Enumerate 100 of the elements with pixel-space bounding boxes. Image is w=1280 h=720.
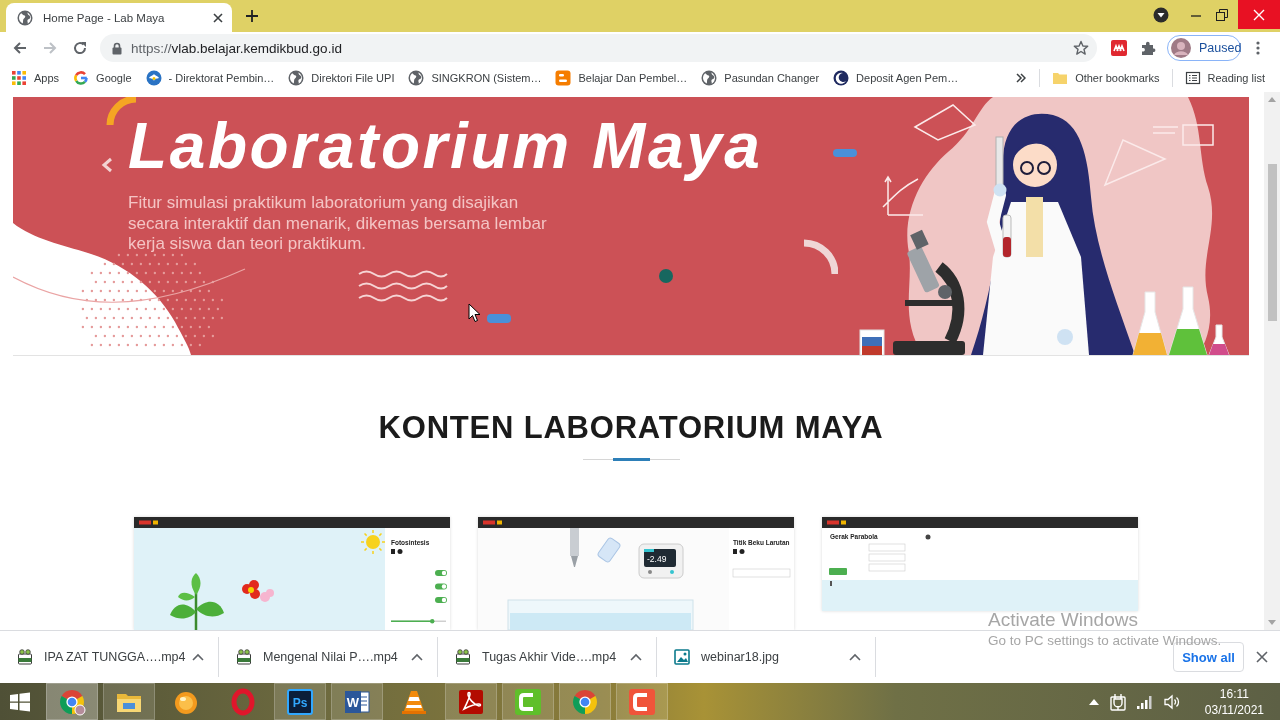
caret-up-icon[interactable] xyxy=(411,653,423,661)
blog-icon xyxy=(555,70,572,86)
info-icon[interactable] xyxy=(925,534,931,540)
globe-icon xyxy=(701,70,718,86)
slider-thumb[interactable] xyxy=(430,619,435,624)
double-chevron-icon[interactable] xyxy=(1016,73,1027,83)
input-field[interactable] xyxy=(868,563,906,572)
accent-underline xyxy=(612,458,650,461)
download-item[interactable]: Tugas Akhir Vide….mp4 xyxy=(438,637,630,677)
bookmark-item[interactable]: Direktori File UPI xyxy=(281,66,402,90)
clock-time[interactable]: 16:11 xyxy=(1219,685,1249,702)
bookmark-item[interactable]: Belajar Dan Pembel… xyxy=(548,66,695,90)
caret-up-icon[interactable] xyxy=(630,653,642,661)
signal-icon[interactable] xyxy=(1136,694,1153,709)
dot-drawing xyxy=(659,269,673,283)
taskbar-button[interactable]: Ps xyxy=(274,683,326,720)
video-file-icon xyxy=(17,649,33,665)
info-icon[interactable] xyxy=(739,549,745,554)
reading-list-icon xyxy=(1184,70,1201,86)
photoshop-tile: Ps xyxy=(286,687,314,716)
google-icon xyxy=(73,70,90,86)
taskbar-button[interactable]: W xyxy=(331,683,383,720)
windows-icon xyxy=(10,691,30,712)
close-icon[interactable] xyxy=(1256,651,1268,663)
download-item[interactable]: Mengenal Nilai P….mp4 xyxy=(219,637,411,677)
bookmark-item[interactable]: Deposit Agen Pem… xyxy=(826,66,966,90)
arc-drawing xyxy=(802,238,838,274)
input-field[interactable] xyxy=(868,553,906,562)
restore-icon[interactable] xyxy=(1215,7,1229,22)
bookmark-item[interactable]: Apps xyxy=(4,66,67,90)
star-icon[interactable] xyxy=(1073,40,1089,56)
browser-tab[interactable]: Home Page - Lab Maya xyxy=(6,3,232,32)
menu-icon[interactable] xyxy=(1256,40,1260,56)
power-plug-icon[interactable] xyxy=(1109,692,1126,711)
caret-up-icon[interactable] xyxy=(192,653,204,661)
toggle-switch[interactable] xyxy=(435,583,447,590)
bracket-tile-icon xyxy=(514,687,542,716)
scrollbar-thumb[interactable] xyxy=(1267,164,1277,321)
caret-up-icon[interactable] xyxy=(849,653,861,661)
dash-drawing xyxy=(487,314,511,323)
logo-icon xyxy=(827,520,846,525)
dropdown-icon[interactable] xyxy=(1153,6,1169,23)
profile-button[interactable]: Paused xyxy=(1167,35,1241,61)
bookmark-item[interactable]: Google xyxy=(66,66,139,90)
close-icon[interactable] xyxy=(213,12,223,23)
temperature-reading: -2.49 xyxy=(647,554,667,564)
word-tile: W xyxy=(343,687,371,716)
bookmark-item[interactable]: SINGKRON (Sistem… xyxy=(401,66,549,90)
flower-drawing xyxy=(242,580,274,602)
crescent-icon xyxy=(833,70,850,86)
puzzle-icon[interactable] xyxy=(1140,40,1156,56)
sun-icon xyxy=(360,529,386,555)
toggle-switch[interactable] xyxy=(435,570,447,576)
reading-list[interactable]: Reading list xyxy=(1177,66,1272,90)
other-bookmarks[interactable]: Other bookmarks xyxy=(1045,66,1167,90)
back-arrow-icon[interactable] xyxy=(12,40,28,56)
taskbar-button[interactable] xyxy=(445,683,497,720)
taskbar-button[interactable] xyxy=(559,683,611,720)
dropdown-field[interactable] xyxy=(732,568,791,578)
avatar-icon xyxy=(1171,38,1191,58)
logo-icon xyxy=(139,520,158,525)
plant-drawing xyxy=(170,573,224,630)
marker-icon xyxy=(830,581,832,586)
taskbar-button[interactable] xyxy=(616,683,668,720)
ring-logo-icon xyxy=(229,687,257,716)
info-icon[interactable] xyxy=(397,549,403,554)
globe-icon xyxy=(17,9,33,26)
clock-date[interactable]: 03/11/2021 xyxy=(1204,701,1264,718)
new-tab-icon[interactable] xyxy=(246,10,258,22)
folder-icon xyxy=(1052,70,1069,86)
cursor-icon xyxy=(468,303,481,323)
input-field[interactable] xyxy=(868,543,906,552)
globe-icon xyxy=(288,70,305,86)
section-heading: KONTEN LABORATORIUM MAYA xyxy=(378,410,884,446)
dash-drawing xyxy=(833,149,857,157)
speaker-icon[interactable] xyxy=(1163,693,1180,710)
video-file-icon xyxy=(455,649,471,665)
chrome-icon xyxy=(58,687,86,716)
close-icon xyxy=(1253,8,1265,21)
download-item[interactable]: IPA ZAT TUNGGA….mp4 xyxy=(0,637,192,677)
taskbar-button[interactable] xyxy=(46,683,98,720)
download-item[interactable]: webinar18.jpg xyxy=(657,637,849,677)
reload-icon[interactable] xyxy=(72,40,88,56)
chevron-up-icon[interactable] xyxy=(1088,698,1099,705)
taskbar-button[interactable] xyxy=(502,683,554,720)
chrome-icon xyxy=(571,687,599,716)
activation-title: Activate Windows xyxy=(988,609,1139,631)
logo-icon xyxy=(483,520,502,525)
toggle-switch[interactable] xyxy=(435,597,447,603)
bookmark-item[interactable]: - Direktorat Pembin… xyxy=(138,66,282,90)
emblem-icon xyxy=(145,70,162,86)
globe-icon xyxy=(408,70,425,86)
banner-description: Fitur simulasi praktikum laboratorium yang disajikan secara interaktif dan menarik, dikemas bersama lembar kerja siswa dan teori praktikum. xyxy=(128,193,548,255)
extension-icon[interactable] xyxy=(1111,40,1127,56)
video-file-icon xyxy=(236,649,252,665)
chevron-left-icon[interactable] xyxy=(101,157,113,173)
bookmark-item[interactable]: Pasundan Changer xyxy=(694,66,827,90)
address-bar[interactable]: https://vlab.belajar.kemdikbud.go.id xyxy=(100,34,1097,62)
image-file-icon xyxy=(674,649,690,665)
taskbar-button[interactable] xyxy=(103,683,155,720)
